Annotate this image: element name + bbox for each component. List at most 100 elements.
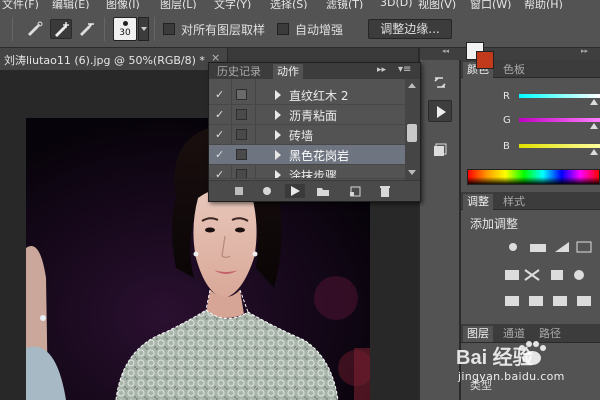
- divider: [12, 17, 13, 41]
- actions-toolbar: [209, 180, 420, 201]
- expand-triangle-icon[interactable]: [275, 130, 281, 140]
- check-icon[interactable]: ✓: [215, 148, 227, 161]
- channel-g-label: G: [503, 115, 511, 126]
- green-slider[interactable]: [519, 118, 600, 122]
- check-icon[interactable]: ✓: [215, 168, 227, 178]
- trash-icon[interactable]: [377, 184, 393, 198]
- sample-all-layers-label: 对所有图层取样: [181, 23, 266, 37]
- brush-tip-icon: [123, 21, 128, 26]
- threshold-icon: [553, 296, 567, 306]
- menu-help[interactable]: 帮助(H): [524, 0, 563, 9]
- menu-layer[interactable]: 图层(L): [160, 0, 197, 9]
- action-row[interactable]: ✓ 沥青粘面: [209, 105, 405, 125]
- dialog-toggle-icon[interactable]: [236, 169, 247, 178]
- menu-edit[interactable]: 编辑(E): [52, 0, 90, 9]
- chevron-down-icon[interactable]: [138, 17, 149, 41]
- menu-select[interactable]: 选择(S): [270, 0, 308, 9]
- auto-enhance-label: 自动增强: [295, 23, 344, 37]
- watermark-brand: Bai 经验: [456, 345, 533, 369]
- blue-slider[interactable]: [519, 144, 600, 148]
- dialog-toggle-icon[interactable]: [236, 89, 247, 100]
- record-icon[interactable]: [259, 184, 275, 198]
- baidu-jingyan-watermark: Bai 经验: [456, 341, 546, 369]
- scroll-down-icon[interactable]: [408, 170, 416, 175]
- expand-icon[interactable]: ▸▸: [377, 65, 386, 75]
- sample-all-layers-checkbox[interactable]: [163, 23, 175, 35]
- balance-icon: [524, 269, 540, 281]
- expand-triangle-icon[interactable]: [275, 170, 281, 178]
- expand-triangle-icon[interactable]: [275, 110, 281, 120]
- channel-b-label: B: [503, 141, 510, 152]
- menu-filter[interactable]: 滤镜(T): [326, 0, 363, 9]
- actions-panel: 历史记录 动作 ▸▸ ▾≡ ✓ 直纹红木 2 ✓ 沥青粘面 ✓ 砖墙 ✓ 黑色花…: [208, 62, 421, 202]
- slider-knob[interactable]: [590, 123, 598, 129]
- posterize-icon: [529, 296, 543, 306]
- action-label: 涂抹步骤: [289, 169, 338, 179]
- menu-window[interactable]: 窗口(W): [470, 0, 511, 9]
- action-row[interactable]: ✓ 砖墙: [209, 125, 405, 145]
- collapse-handle[interactable]: [420, 47, 461, 60]
- dialog-toggle-icon[interactable]: [236, 149, 247, 160]
- scroll-up-icon[interactable]: [408, 83, 416, 88]
- actions-panel-tabs: 历史记录 动作 ▸▸ ▾≡: [209, 63, 420, 79]
- action-label: 沥青粘面: [289, 109, 338, 123]
- tab-history[interactable]: 历史记录: [213, 64, 265, 79]
- quick-select-subtract-icon[interactable]: [76, 19, 98, 39]
- menu-3d[interactable]: 3D(D): [380, 0, 413, 9]
- menu-image[interactable]: 图像(I): [106, 0, 140, 9]
- actions-play-icon[interactable]: [428, 100, 452, 122]
- dialog-toggle-icon[interactable]: [236, 129, 247, 140]
- actions-scrollbar[interactable]: [405, 79, 420, 180]
- divider: [104, 17, 105, 41]
- tab-styles[interactable]: 样式: [499, 194, 529, 210]
- tab-actions[interactable]: 动作: [273, 64, 303, 79]
- action-label: 黑色花岗岩: [289, 149, 350, 163]
- quick-select-add-icon[interactable]: [50, 19, 72, 39]
- background-color-swatch[interactable]: [476, 51, 494, 69]
- action-row[interactable]: ✓ 直纹红木 2: [209, 85, 405, 105]
- exposure-icon: [576, 241, 592, 253]
- refine-edge-button[interactable]: 调整边缘...: [368, 19, 452, 39]
- menu-type[interactable]: 文字(Y): [214, 0, 251, 9]
- menu-bar: 文件(F) 编辑(E) 图像(I) 图层(L) 文字(Y) 选择(S) 滤镜(T…: [0, 0, 600, 9]
- red-slider[interactable]: [519, 94, 600, 98]
- menu-view[interactable]: 视图(V): [418, 0, 456, 9]
- tab-swatches[interactable]: 色板: [499, 62, 529, 78]
- panel-menu-icon[interactable]: ▾≡: [398, 64, 411, 75]
- history-icon[interactable]: [428, 72, 452, 94]
- add-adjustment-title: 添加调整: [470, 217, 519, 231]
- play-icon[interactable]: [285, 184, 305, 198]
- action-row-selected[interactable]: ✓ 黑色花岗岩: [209, 145, 405, 165]
- brush-size-picker[interactable]: 30: [113, 17, 137, 41]
- new-action-icon[interactable]: [347, 184, 363, 198]
- action-label: 砖墙: [289, 129, 314, 143]
- menu-file[interactable]: 文件(F): [2, 0, 39, 9]
- slider-knob[interactable]: [590, 149, 598, 155]
- expand-triangle-icon[interactable]: [275, 90, 281, 100]
- options-bar: 30 对所有图层取样 自动增强 调整边缘...: [0, 9, 600, 48]
- folder-icon[interactable]: [315, 184, 331, 198]
- tab-adjustments[interactable]: 调整: [463, 194, 493, 210]
- stop-icon[interactable]: [231, 184, 247, 198]
- color-spectrum[interactable]: [467, 169, 600, 185]
- check-icon[interactable]: ✓: [215, 88, 227, 101]
- levels-icon: [530, 244, 546, 252]
- 3d-cube-icon[interactable]: [428, 140, 452, 162]
- divider: [154, 17, 155, 41]
- brightness-icon: [509, 243, 517, 251]
- scroll-thumb[interactable]: [407, 124, 417, 142]
- dialog-toggle-icon[interactable]: [236, 109, 247, 120]
- watermark-url: jingyan.baidu.com: [458, 370, 565, 383]
- photo-filter-icon: [574, 270, 584, 280]
- document-tab[interactable]: 刘涛liutao11 (6).jpg @ 50%(RGB/8) * ×: [0, 48, 228, 70]
- action-row[interactable]: ✓ 涂抹步骤: [209, 165, 405, 179]
- slider-knob[interactable]: [590, 99, 598, 105]
- quick-select-new-icon[interactable]: [24, 19, 46, 39]
- invert-icon: [505, 296, 519, 306]
- check-icon[interactable]: ✓: [215, 108, 227, 121]
- vibrance-icon: [505, 270, 519, 280]
- channel-r-label: R: [503, 91, 510, 102]
- auto-enhance-checkbox[interactable]: [277, 23, 289, 35]
- expand-triangle-icon[interactable]: [275, 150, 281, 160]
- check-icon[interactable]: ✓: [215, 128, 227, 141]
